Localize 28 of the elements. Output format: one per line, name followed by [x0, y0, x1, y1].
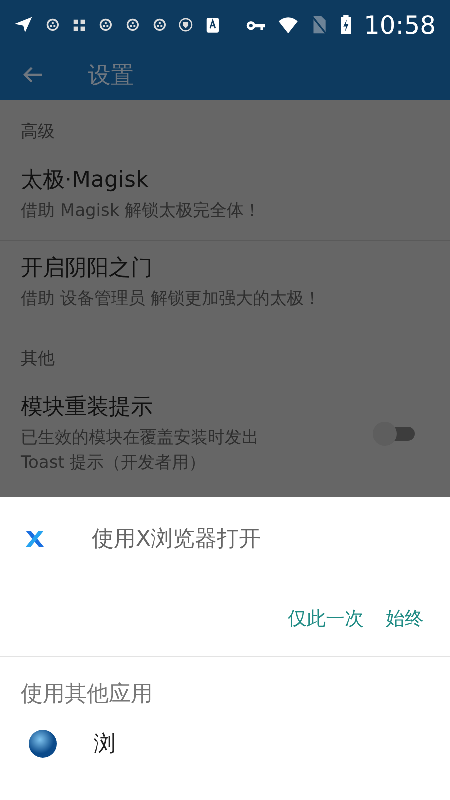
app-name: 使用X浏览器打开 — [92, 526, 262, 554]
section-header: 使用其他应用 — [20, 681, 154, 709]
film-reel-icon — [152, 17, 166, 33]
setting-title[interactable]: 太极·Magisk — [21, 165, 429, 195]
font-icon — [206, 16, 220, 34]
battery-charging-icon — [340, 14, 351, 36]
shield-icon — [179, 17, 194, 33]
section-header: 其他 — [20, 348, 56, 372]
no-sim-icon — [312, 14, 328, 36]
choice-button[interactable]: 仅此一次 — [284, 600, 368, 638]
setting-title[interactable]: 模块重装提示 — [21, 392, 373, 422]
film-reel-icon — [98, 17, 113, 33]
wifi-icon — [278, 15, 300, 35]
clock: 10:58 — [364, 10, 436, 40]
film-reel-icon — [46, 17, 60, 33]
setting-description: 借助 设备管理员 解锁更加强大的太极！ — [21, 288, 322, 311]
choice-button[interactable]: 始终 — [382, 600, 428, 638]
setting-description: 借助 Magisk 解锁太极完全体！ — [21, 200, 262, 223]
globe-icon — [28, 729, 58, 759]
setting-title[interactable]: 开启阴阳之门 — [21, 252, 429, 283]
x-logo-icon — [24, 529, 46, 549]
toolbar-title: 设置 — [88, 62, 134, 90]
film-reel-icon — [126, 17, 140, 33]
app-name[interactable]: 浏 — [94, 729, 116, 759]
section-header: 高级 — [20, 121, 56, 144]
setting-description: 已生效的模块在覆盖安装时发出 Toast 提示（开发者用） — [21, 427, 260, 475]
apps-icon — [72, 18, 86, 32]
toggle-switch[interactable] — [373, 420, 417, 447]
